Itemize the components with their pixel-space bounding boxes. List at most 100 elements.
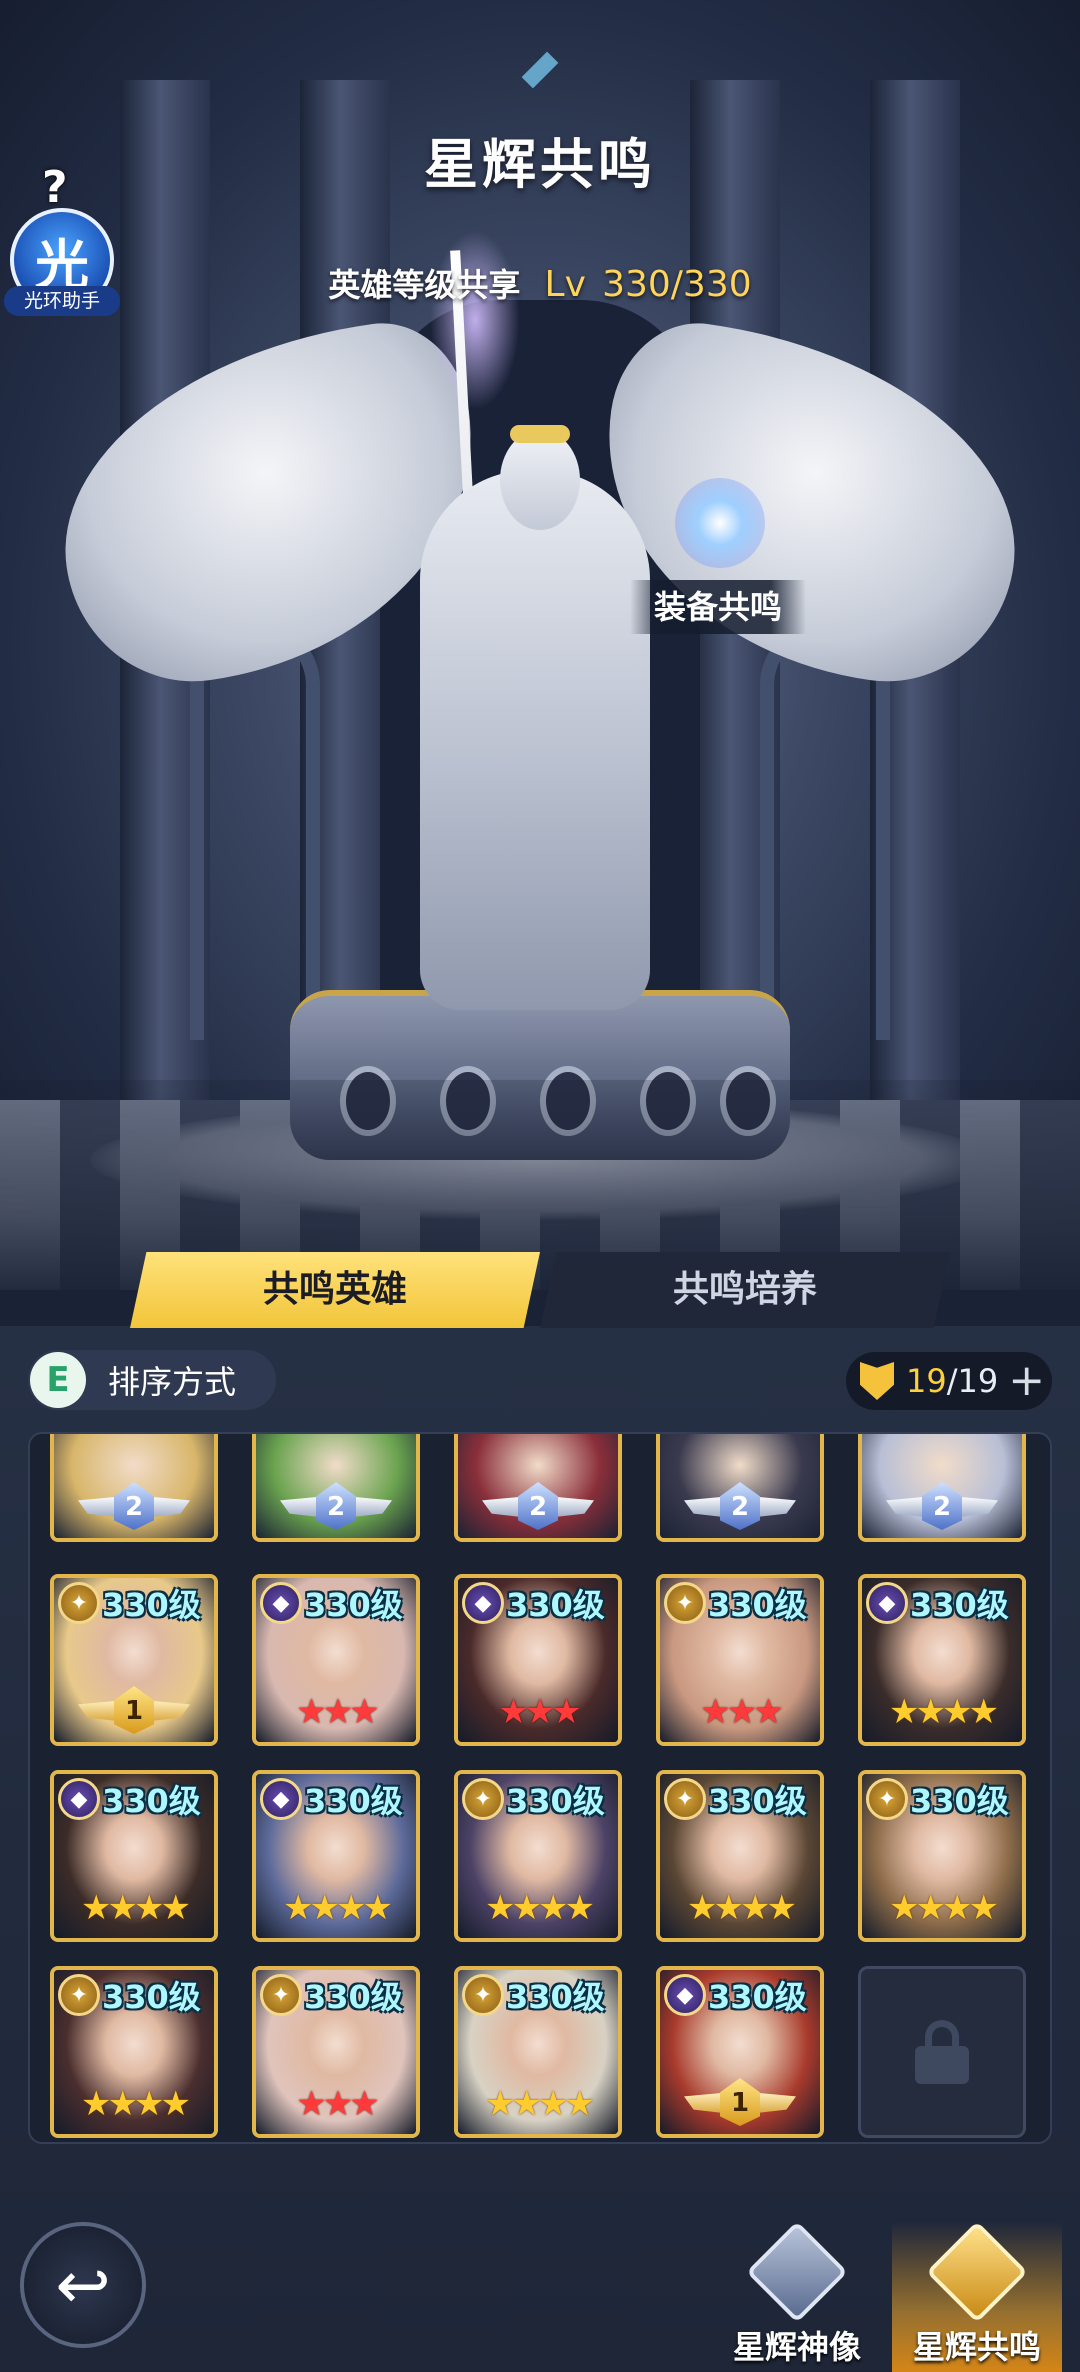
hero-stars: ★★★ (700, 1692, 783, 1732)
sun-rank-icon: ✦ (260, 1974, 302, 2016)
nav-star-statue[interactable]: 星辉神像 (712, 2221, 882, 2372)
level-prefix: Lv (544, 264, 586, 305)
lock-icon (915, 2020, 969, 2084)
hero-card[interactable]: ◆ 330级 ★★★★ (252, 1770, 420, 1942)
equip-resonance-button[interactable]: 装备共鸣 (630, 580, 806, 634)
badge-number: 2 (922, 1482, 962, 1530)
hero-stars: ★★★★ (485, 1888, 595, 1928)
hero-level: 330级 (102, 1586, 201, 1624)
hero-stars: ★★★★ (81, 1888, 191, 1928)
tab-bar: 共鸣英雄 共鸣培养 (130, 1252, 950, 1328)
gem-rank-icon: ◆ (260, 1778, 302, 1820)
sun-rank-icon: ✦ (866, 1778, 908, 1820)
star-rank-badge: 1 (78, 1686, 190, 1736)
nav-star-resonance-label: 星辉共鸣 (912, 2328, 1041, 2366)
hero-level: 330级 (506, 1782, 605, 1820)
star-rank-badge: 2 (78, 1482, 190, 1532)
shared-level-label: 英雄等级共享 (328, 266, 521, 304)
sort-label: 排序方式 (108, 1363, 237, 1401)
badge-number: 1 (114, 1686, 154, 1734)
level-value: 330/330 (602, 264, 752, 305)
hero-card[interactable]: ✦ 330级 ★★★ (252, 1966, 420, 2138)
nav-star-resonance[interactable]: 星辉共鸣 (892, 2221, 1062, 2372)
sun-rank-icon: ✦ (58, 1974, 100, 2016)
hero-level: 330级 (304, 1586, 403, 1624)
gem-rank-icon: ◆ (664, 1974, 706, 2016)
gem-rank-icon: ◆ (260, 1582, 302, 1624)
tab-resonance-heroes[interactable]: 共鸣英雄 (130, 1252, 540, 1328)
hero-card[interactable]: ✦ 330级 ★★★★ (656, 1770, 824, 1942)
sun-rank-icon: ✦ (664, 1778, 706, 1820)
sun-rank-icon: ✦ (664, 1582, 706, 1624)
gem-rank-icon: ◆ (866, 1582, 908, 1624)
hero-card[interactable]: 2 (858, 1434, 1026, 1542)
hero-stars: ★★★★ (889, 1692, 999, 1732)
statue[interactable] (420, 470, 650, 1010)
statue-emblem-icon (746, 2221, 848, 2323)
hero-level: 330级 (708, 1978, 807, 2016)
hero-level: 330级 (506, 1978, 605, 2016)
sort-button[interactable]: E 排序方式 (28, 1350, 276, 1410)
hero-level: 330级 (708, 1586, 807, 1624)
hero-card[interactable]: 2 (252, 1434, 420, 1542)
hero-card[interactable]: 2 (454, 1434, 622, 1542)
hero-card[interactable]: ◆ 330级 1 (656, 1966, 824, 2138)
arch (760, 620, 890, 1040)
shield-icon (860, 1362, 894, 1400)
hero-card[interactable]: ◆ 330级 ★★★★ (50, 1770, 218, 1942)
badge-number: 2 (316, 1482, 356, 1530)
resonance-emblem-icon (926, 2221, 1028, 2323)
sun-rank-icon: ✦ (58, 1582, 100, 1624)
hero-card[interactable]: ✦ 330级 ★★★★ (454, 1966, 622, 2138)
hero-card[interactable]: 2 (656, 1434, 824, 1542)
hero-stars: ★★★ (296, 2084, 379, 2124)
statue-crown (510, 425, 570, 443)
arch (190, 620, 320, 1040)
slot-counter: 19/19 + (846, 1352, 1052, 1410)
back-button[interactable]: ↩ (20, 2222, 146, 2348)
badge-number: 2 (518, 1482, 558, 1530)
hero-card[interactable]: ◆ 330级 ★★★ (454, 1574, 622, 1746)
slot-total: /19 (946, 1362, 999, 1400)
star-rank-badge: 2 (886, 1482, 998, 1532)
locked-slot[interactable] (858, 1966, 1026, 2138)
plus-icon[interactable]: + (1008, 1359, 1045, 1403)
hero-level: 330级 (102, 1782, 201, 1820)
hero-level: 330级 (304, 1782, 403, 1820)
hero-card[interactable]: ◆ 330级 ★★★★ (858, 1574, 1026, 1746)
hero-level: 330级 (910, 1586, 1009, 1624)
tab-resonance-training[interactable]: 共鸣培养 (540, 1252, 950, 1328)
gem-rank-icon: ◆ (462, 1582, 504, 1624)
hero-stars: ★★★★ (687, 1888, 797, 1928)
hero-stars: ★★★ (498, 1692, 581, 1732)
back-arrow-icon: ↩ (55, 2246, 111, 2324)
hero-stars: ★★★★ (889, 1888, 999, 1928)
halo-helper-button[interactable]: 光 光环助手 (4, 208, 120, 316)
shared-level: 英雄等级共享 Lv 330/330 (0, 260, 1080, 306)
hero-level: 330级 (304, 1978, 403, 2016)
equip-orb-icon[interactable] (675, 478, 765, 568)
hero-card[interactable]: ✦ 330级 ★★★★ (454, 1770, 622, 1942)
hero-card[interactable]: ◆ 330级 ★★★ (252, 1574, 420, 1746)
star-rank-badge: 1 (684, 2078, 796, 2128)
hero-stars: ★★★ (296, 1692, 379, 1732)
hero-stars: ★★★★ (283, 1888, 393, 1928)
star-rank-badge: 2 (684, 1482, 796, 1532)
sort-icon: E (30, 1352, 86, 1408)
badge-number: 2 (114, 1482, 154, 1530)
sun-rank-icon: ✦ (462, 1778, 504, 1820)
gem-rank-icon: ◆ (58, 1778, 100, 1820)
hero-stars: ★★★★ (485, 2084, 595, 2124)
hero-card[interactable]: ✦ 330级 1 (50, 1574, 218, 1746)
slot-current: 19 (906, 1362, 947, 1400)
hero-card[interactable]: 2 (50, 1434, 218, 1542)
star-rank-badge: 2 (280, 1482, 392, 1532)
hero-level: 330级 (708, 1782, 807, 1820)
slot-count: 19/19 (906, 1362, 998, 1400)
page-title: 星辉共鸣 (424, 133, 656, 196)
hero-card[interactable]: ✦ 330级 ★★★ (656, 1574, 824, 1746)
hero-card[interactable]: ✦ 330级 ★★★★ (50, 1966, 218, 2138)
hero-card[interactable]: ✦ 330级 ★★★★ (858, 1770, 1026, 1942)
staff-glow (430, 230, 520, 410)
help-icon[interactable]: ? (42, 162, 82, 213)
